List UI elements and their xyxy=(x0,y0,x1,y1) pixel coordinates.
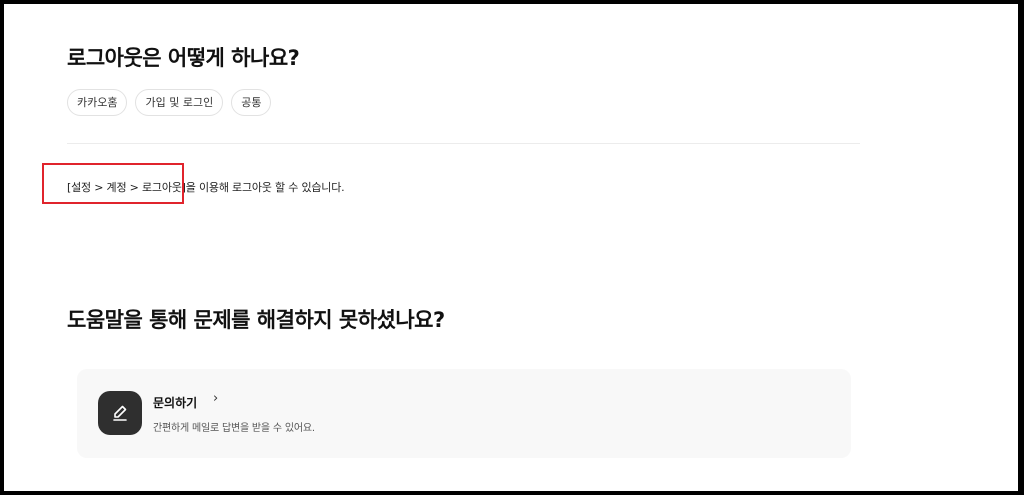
divider xyxy=(67,143,860,144)
help-title: 도움말을 통해 문제를 해결하지 못하셨나요? xyxy=(67,308,445,332)
tag-list: 카카오홈 가입 및 로그인 공통 xyxy=(67,89,272,116)
contact-card[interactable]: 문의하기 › 간편하게 메일로 답변을 받을 수 있어요. xyxy=(77,369,851,458)
tag-signup-login[interactable]: 가입 및 로그인 xyxy=(135,89,224,116)
contact-label: 문의하기 xyxy=(153,396,198,410)
tag-common[interactable]: 공통 xyxy=(231,89,272,116)
highlight-box xyxy=(42,163,184,204)
page-frame: 로그아웃은 어떻게 하나요? 카카오홈 가입 및 로그인 공통 [설정 > 계정… xyxy=(0,0,1024,495)
chevron-right-icon: › xyxy=(213,391,219,406)
pencil-icon xyxy=(98,391,142,435)
contact-description: 간편하게 메일로 답변을 받을 수 있어요. xyxy=(153,423,315,434)
faq-title: 로그아웃은 어떻게 하나요? xyxy=(67,46,300,70)
tag-kakaohome[interactable]: 카카오홈 xyxy=(67,89,128,116)
